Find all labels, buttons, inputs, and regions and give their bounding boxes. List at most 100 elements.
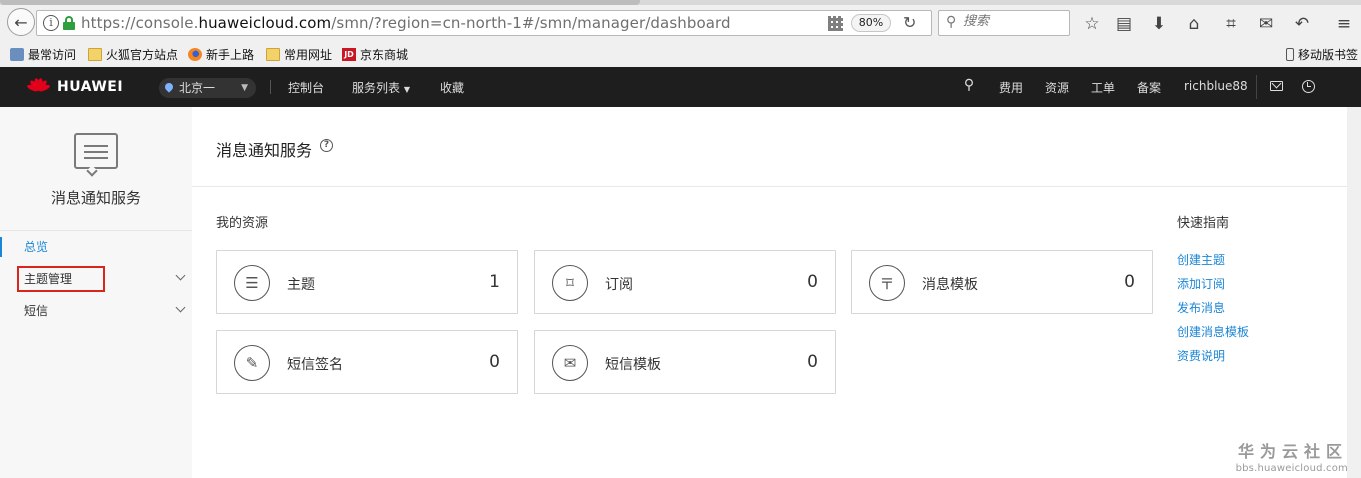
message-template-icon: 〒 [869,265,905,301]
nav-divider [270,80,271,94]
address-bar[interactable]: i https://console.huaweicloud.com/smn/?r… [36,10,932,36]
help-icon[interactable]: ? [320,139,333,152]
nav-resources[interactable]: 资源 [1045,79,1069,96]
browser-search-input[interactable] [963,14,1063,29]
nav-filing[interactable]: 备案 [1137,79,1161,96]
zoom-level[interactable]: 80% [851,14,891,32]
resource-name: 主题 [287,277,315,293]
annotation-highlight-box [17,266,105,292]
resource-card-sms-signature[interactable]: ✎ 短信签名 0 [216,330,518,394]
location-pin-icon [163,81,175,93]
crop-icon[interactable]: ⌗ [1221,14,1241,34]
phone-icon [1286,48,1294,61]
star-icon[interactable]: ☆ [1082,14,1102,34]
watermark-text: 华为云社区 [1237,442,1348,461]
resource-card-subscription[interactable]: ⌑ 订阅 0 [534,250,836,314]
mail-icon[interactable] [1270,81,1283,91]
clock-icon[interactable] [1302,80,1315,93]
reload-icon[interactable]: ↻ [903,13,916,32]
download-icon[interactable]: ⬇ [1149,14,1169,34]
guide-link-create-topic[interactable]: 创建主题 [1177,251,1225,268]
huawei-logo[interactable]: HUAWEI [24,77,123,97]
search-icon: ⚲ [946,14,957,30]
browser-chrome: ← i https://console.huaweicloud.com/smn/… [0,0,1361,67]
header-divider [192,186,1347,187]
resource-card-sms-template[interactable]: ✉ 短信模板 0 [534,330,836,394]
resource-count[interactable]: 0 [1124,272,1135,292]
guide-link-create-message-template[interactable]: 创建消息模板 [1177,323,1249,340]
nav-user[interactable]: richblue88 [1184,79,1248,93]
bookmark-label: 京东商城 [360,48,409,62]
resource-card-topic[interactable]: ☰ 主题 1 [216,250,518,314]
guide-link-publish-message[interactable]: 发布消息 [1177,299,1225,316]
sidebar-item-label: 短信 [24,304,49,318]
resource-count[interactable]: 0 [807,352,818,372]
browser-search-box[interactable]: ⚲ [938,10,1070,36]
browser-nav-row: ← i https://console.huaweicloud.com/smn/… [0,5,1361,41]
resource-count[interactable]: 0 [489,352,500,372]
resource-count[interactable]: 0 [807,272,818,292]
bookmarks-bar: 最常访问 火狐官方站点 新手上路 常用网址 JD 京东商城 移动版书签 [0,42,1361,66]
undo-icon[interactable]: ↶ [1292,14,1312,34]
resource-name: 订阅 [605,277,633,293]
brand-name: HUAWEI [57,79,124,95]
url-text[interactable]: https://console.huaweicloud.com/smn/?reg… [81,14,731,32]
bookmark-getting-started[interactable]: 新手上路 [188,46,254,63]
guide-link-pricing[interactable]: 资费说明 [1177,347,1225,364]
back-button[interactable]: ← [7,8,35,36]
watermark: 华为云社区 bbs.huaweicloud.com [1236,438,1348,474]
nav-console[interactable]: 控制台 [288,79,324,96]
nav-tickets[interactable]: 工单 [1091,79,1115,96]
sidebar-item-sms[interactable]: 短信 [0,295,192,327]
sidebar-item-label: 总览 [24,240,49,254]
bookmark-label: 火狐官方站点 [106,48,179,62]
chat-icon[interactable]: ✉ [1256,14,1276,34]
folder-icon [266,48,280,61]
resource-name: 短信签名 [287,357,343,373]
home-icon[interactable]: ⌂ [1184,14,1204,34]
nav-favorites[interactable]: 收藏 [440,79,464,96]
chevron-down-icon[interactable] [175,270,186,281]
resource-card-message-template[interactable]: 〒 消息模板 0 [851,250,1153,314]
bookmark-jd[interactable]: JD 京东商城 [342,46,408,63]
menu-icon[interactable]: ≡ [1334,14,1354,34]
bookmark-label: 移动版书签 [1298,48,1359,62]
page-scrollbar[interactable] [1347,107,1361,478]
caret-down-icon: ▼ [241,83,248,93]
qr-code-icon[interactable] [828,16,843,31]
url-path: /smn/?region=cn-north-1#/smn/manager/das… [331,14,731,32]
nav-billing[interactable]: 费用 [999,79,1023,96]
reading-list-icon[interactable]: ▤ [1114,14,1134,34]
top-navigation: HUAWEI 北京一 ▼ 控制台 服务列表 ▼ 收藏 ⚲ 费用 资源 工单 备案… [0,67,1361,107]
bookmark-mobile[interactable]: 移动版书签 [1286,46,1358,63]
region-selector[interactable]: 北京一 ▼ [159,78,256,98]
quick-guide-title: 快速指南 [1177,216,1230,231]
sidebar: 消息通知服务 总览 主题管理 短信 [0,107,192,478]
url-prefix: https://console. [81,14,199,32]
subscription-icon: ⌑ [552,265,588,301]
nav-divider [1256,75,1257,99]
bookmark-common-sites[interactable]: 常用网址 [266,46,332,63]
resource-count[interactable]: 1 [489,272,500,292]
nav-service-list-label: 服务列表 [352,81,401,95]
resource-name: 短信模板 [605,357,661,373]
bookmark-firefox-site[interactable]: 火狐官方站点 [88,46,178,63]
bookmark-most-visited[interactable]: 最常访问 [10,46,76,63]
topic-icon: ☰ [234,265,270,301]
resource-name: 消息模板 [922,277,978,293]
chevron-down-icon[interactable] [175,302,186,313]
folder-icon [88,48,102,61]
lock-icon[interactable] [63,16,75,30]
info-icon[interactable]: i [43,15,59,31]
sidebar-item-overview[interactable]: 总览 [0,231,192,263]
guide-link-add-subscription[interactable]: 添加订阅 [1177,275,1225,292]
watermark-url: bbs.huaweicloud.com [1235,463,1348,474]
jd-logo-icon: JD [342,48,356,61]
bookmark-label: 最常访问 [28,48,77,62]
search-icon[interactable]: ⚲ [961,77,977,93]
caret-down-icon: ▼ [403,85,410,94]
page-title: 消息通知服务 [216,141,313,160]
sms-signature-icon: ✎ [234,345,270,381]
main-content: 消息通知服务 ? 我的资源 ☰ 主题 1 ⌑ 订阅 0 〒 消息模板 0 ✎ 短… [192,107,1347,478]
nav-service-list[interactable]: 服务列表 ▼ [352,79,410,96]
